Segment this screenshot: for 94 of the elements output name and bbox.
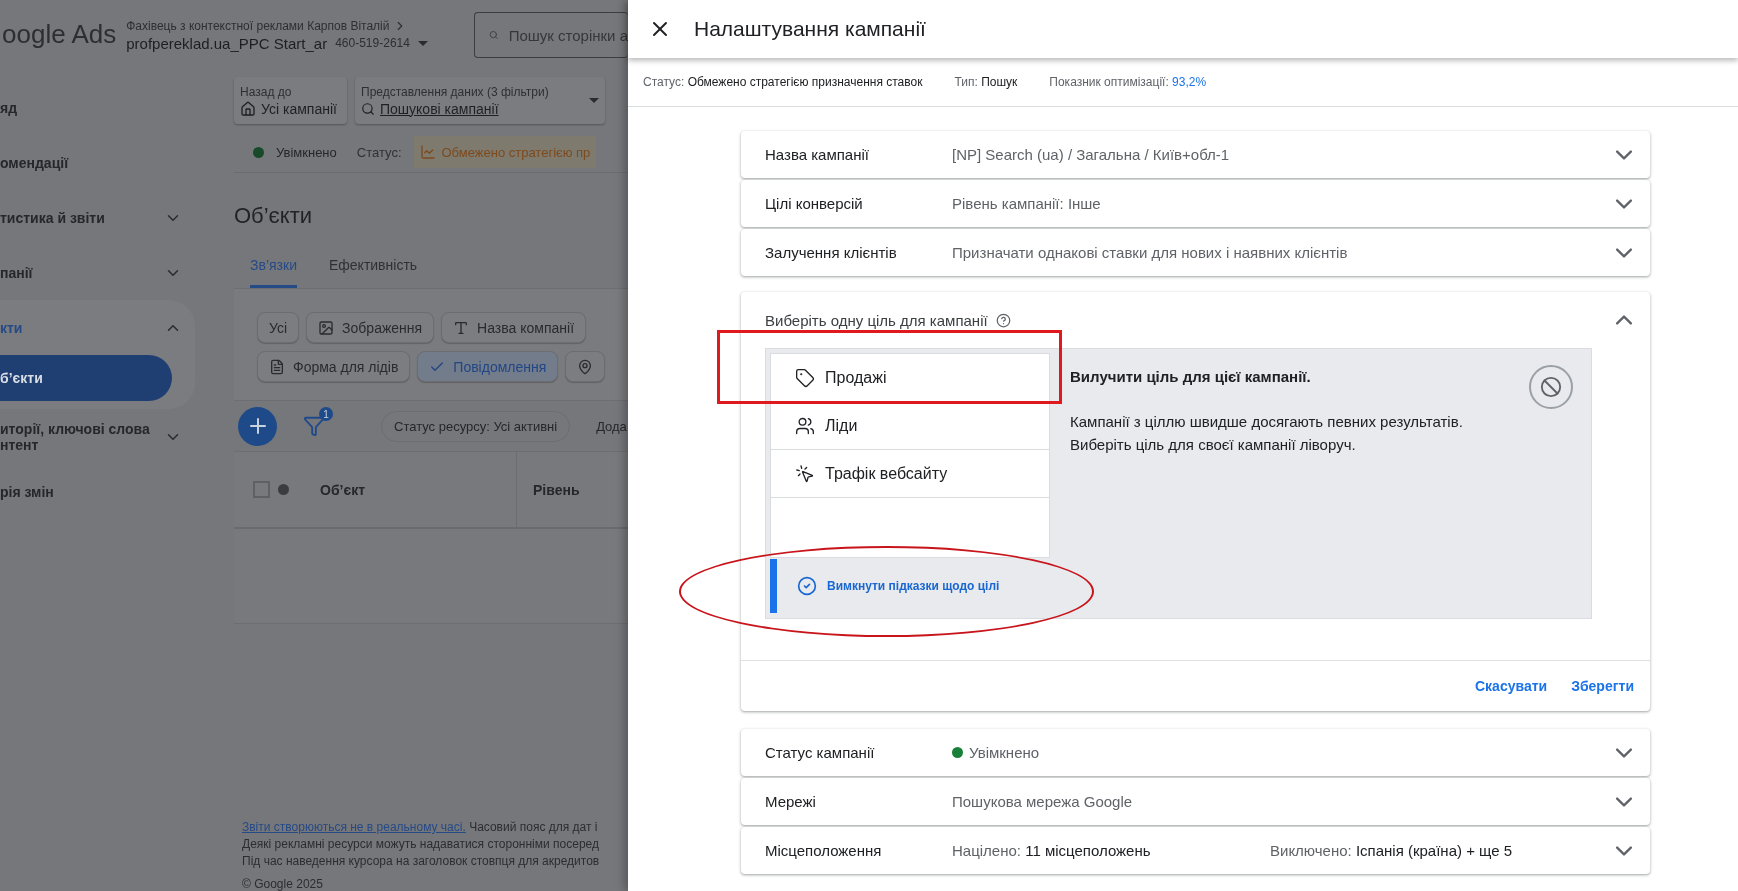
filter-chip[interactable]: Повідомлення <box>417 351 559 382</box>
summary-item: Показник оптимізації: 93,2% <box>1049 75 1207 89</box>
summary-item: Тип: Пошук <box>954 75 1018 89</box>
footer-text: Під час наведення курсора на заголовок стовпця для акредитов <box>242 854 601 868</box>
search-icon <box>361 101 375 116</box>
status-dot <box>278 484 289 495</box>
back-to-card[interactable]: Назад до Усі кампанії <box>234 77 347 124</box>
expand-button[interactable] <box>1616 845 1632 856</box>
remove-goal-button[interactable] <box>1529 365 1573 409</box>
settings-row[interactable]: Залучення клієнтів Призначати однакові ставки для нових і наявних клієнтів <box>741 229 1650 276</box>
filter-count: 1 <box>319 407 333 421</box>
sidebar-item[interactable]: яд <box>0 99 195 116</box>
sidebar-item[interactable]: панії <box>0 264 151 281</box>
setting-value: [NP] Search (ua) / Загальна / Київ+обл-1 <box>952 146 1231 163</box>
expand-button[interactable] <box>1616 247 1632 258</box>
summary-item: Статус: Обмежено стратегією призначення ставок <box>643 75 923 89</box>
checkbox[interactable] <box>253 481 270 498</box>
data-view-selector[interactable]: Представлення даних (3 фільтри) Пошукові кампанії <box>355 77 605 124</box>
text-format-icon <box>453 319 470 336</box>
setting-value: Націлено: 11 місцеположень <box>952 842 1152 859</box>
account-id: 460-519-2614 <box>335 36 410 50</box>
chevron-down-icon <box>1616 796 1632 807</box>
setting-name: Статус кампанії <box>765 744 876 761</box>
chevron-down-icon <box>1616 149 1632 160</box>
expand-button[interactable] <box>1616 149 1632 160</box>
info-title: Вилучити ціль для цієї кампанії. <box>1070 367 1312 387</box>
help-icon[interactable] <box>995 312 1011 328</box>
settings-row[interactable]: Статус кампанії Увімкнено <box>741 729 1650 776</box>
home-icon <box>240 100 256 117</box>
filter-chip[interactable]: Назва компанії <box>441 312 586 343</box>
goal-title: Виберіть одну ціль для кампанії <box>765 311 988 329</box>
info-text: Кампанії з ціллю швидше досягають певних результатів. <box>1070 412 1463 432</box>
chevron-down-icon <box>1616 845 1632 856</box>
setting-value: Призначати однакові ставки для нових і наявних клієнтів <box>952 244 1349 261</box>
cursor-click-icon <box>795 463 815 484</box>
setting-value: Виключено: Іспанія (країна) + ще 5 <box>1270 842 1514 859</box>
sidebar-item[interactable]: омендації <box>0 154 195 171</box>
setting-name: Мережі <box>765 793 817 810</box>
sidebar-item[interactable]: рія змін <box>0 483 195 500</box>
add-button[interactable] <box>238 406 277 446</box>
cancel-button[interactable]: Скасувати <box>1475 678 1548 694</box>
chevron-down-icon <box>1616 747 1632 758</box>
settings-row[interactable]: Мережі Пошукова мережа Google <box>741 778 1650 825</box>
expand-button[interactable] <box>1616 796 1632 807</box>
copyright-text: © Google 2025 <box>242 877 324 891</box>
sidebar-item[interactable]: б’єкти <box>0 355 172 401</box>
caret-icon[interactable] <box>589 98 599 103</box>
tag-icon <box>795 367 815 388</box>
filter-chip[interactable]: Зображення <box>306 312 435 343</box>
filter-chip[interactable]: Форма для лідів <box>257 351 411 382</box>
setting-value: Пошукова мережа Google <box>952 793 1134 810</box>
image-icon <box>318 319 335 336</box>
caret-icon[interactable] <box>417 40 428 46</box>
expand-button[interactable] <box>1616 198 1632 209</box>
column-header[interactable]: Об’єкт <box>320 452 516 527</box>
logo-text[interactable]: oogle Ads <box>2 19 117 51</box>
status-text: Увімкнено <box>276 144 337 160</box>
page-heading: Об’єкти <box>234 203 314 229</box>
sidebar-item[interactable]: тистика й звіти <box>0 209 151 226</box>
setting-name: Цілі конверсій <box>765 195 864 212</box>
save-button[interactable]: Зберегти <box>1571 678 1634 694</box>
settings-row[interactable]: Місцеположення Націлено: 11 місцеположень Виключено: Іспанія (країна) + ще 5 <box>741 827 1650 874</box>
setting-name: Назва кампанії <box>765 146 870 163</box>
sidebar-item[interactable]: кти <box>0 319 151 336</box>
status-label: Статус: <box>356 144 402 160</box>
block-icon <box>1540 376 1562 398</box>
map-pin-icon <box>577 358 594 375</box>
collapse-button[interactable] <box>1616 315 1632 325</box>
sidebar-item[interactable]: иторії, ключові слова нтент <box>0 420 151 453</box>
setting-name: Місцеположення <box>765 842 883 859</box>
chevron-down-icon <box>1616 198 1632 209</box>
chevron-down-icon <box>1616 247 1632 258</box>
filter-chip[interactable]: Усі <box>257 312 300 343</box>
footer-link[interactable]: Звіти створюються не в реальному часі. <box>242 820 466 834</box>
footer-text: Деякі рекламні ресурси можуть надаватися сторонніми посеред <box>242 837 600 851</box>
people-icon <box>795 415 815 436</box>
setting-name: Залучення клієнтів <box>765 244 898 261</box>
settings-row[interactable]: Цілі конверсій Рівень кампанії: Інше <box>741 180 1650 227</box>
chevron-up-icon <box>1616 315 1632 325</box>
status-dot <box>253 146 264 158</box>
settings-row[interactable]: Назва кампанії [NP] Search (ua) / Загальна / Київ+обл-1 <box>741 131 1650 178</box>
form-icon <box>269 358 285 375</box>
expand-button[interactable] <box>1616 747 1632 758</box>
check-circle-icon <box>797 576 817 596</box>
account-path[interactable]: Фахівець з контекстної реклами Карпов Віталій <box>126 18 390 33</box>
add-filter-link[interactable]: Дода <box>596 418 627 434</box>
filter-chip[interactable] <box>565 351 606 382</box>
account-name[interactable]: profpereklad.ua_PPC Start_ar <box>126 34 328 52</box>
setting-value: Увімкнено <box>969 744 1040 761</box>
chart-icon <box>419 144 436 160</box>
panel-title: Налаштування кампанії <box>694 17 926 41</box>
info-text: Виберіть ціль для своєї кампанії ліворуч. <box>1070 435 1357 455</box>
setting-value: Рівень кампанії: Інше <box>952 195 1102 212</box>
tab[interactable]: Ефективність <box>328 257 418 288</box>
